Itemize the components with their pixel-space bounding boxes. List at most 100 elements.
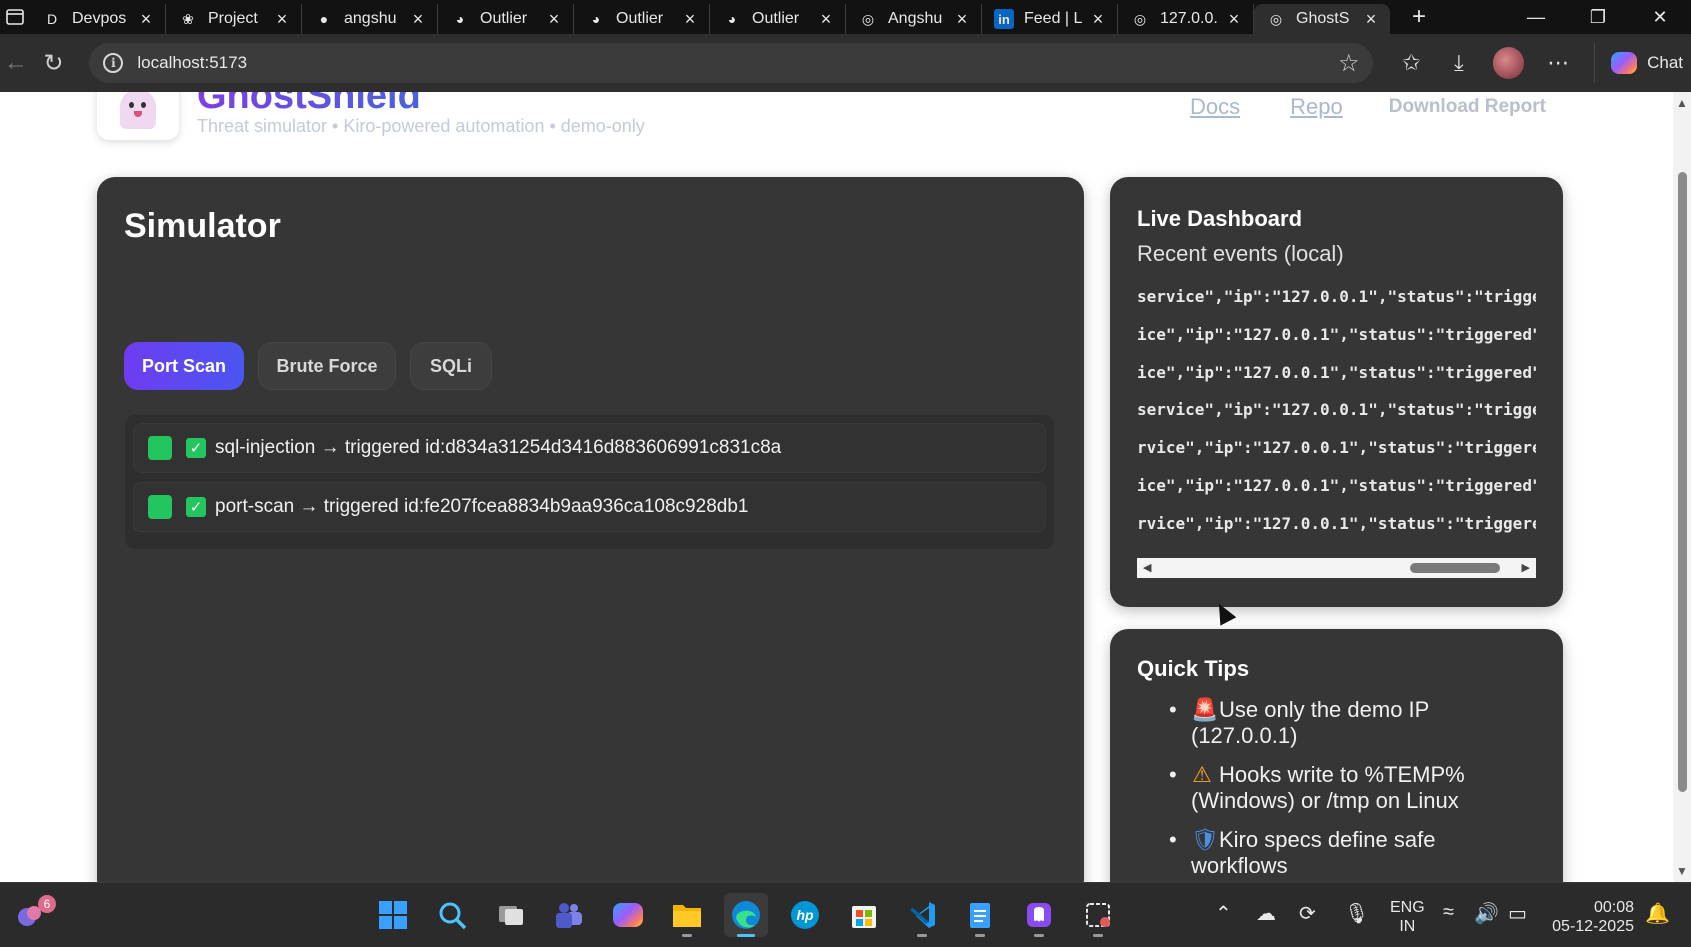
globe-icon: ◎ — [1269, 10, 1283, 27]
edge-browser-icon[interactable] — [724, 893, 768, 937]
widgets-icon[interactable]: 6 — [8, 893, 56, 937]
browser-tab[interactable]: ◎ Angshu × — [846, 4, 982, 34]
tab-title: Project — [208, 10, 258, 27]
close-tab-icon[interactable]: × — [817, 9, 835, 30]
log-line: ice","ip":"127.0.0.1","status":"triggere… — [1137, 325, 1536, 344]
teams-icon[interactable] — [547, 893, 591, 937]
url-text[interactable]: localhost:5173 — [137, 53, 1338, 73]
more-menu-icon[interactable]: ⋯ — [1534, 43, 1582, 83]
microsoft-store-icon[interactable] — [842, 893, 886, 937]
tab-title: Feed | L — [1024, 10, 1083, 27]
volume-icon[interactable]: 🔊 — [1474, 901, 1499, 926]
profile-avatar[interactable] — [1492, 47, 1525, 79]
refresh-button[interactable]: ↻ — [30, 43, 78, 83]
browser-tab[interactable]: ◕ Outlier × — [438, 4, 574, 34]
scrollbar-thumb[interactable] — [1678, 172, 1687, 792]
event-row: ✓ port-scan → triggered id:fe207fcea8834… — [133, 482, 1046, 532]
wifi-icon[interactable]: ≈ — [1443, 901, 1454, 924]
kiro-icon[interactable] — [1017, 893, 1061, 937]
onedrive-icon[interactable]: ☁ — [1256, 901, 1276, 926]
scroll-left-icon[interactable]: ◀ — [1143, 561, 1151, 574]
scroll-up-icon[interactable]: ▲ — [1676, 96, 1688, 110]
page-vertical-scrollbar[interactable]: ▲ ▼ — [1673, 92, 1691, 882]
snipping-tool-icon[interactable] — [1076, 893, 1120, 937]
tab-sqli[interactable]: SQLi — [410, 342, 492, 390]
show-hidden-icons-icon[interactable]: ⌃ — [1215, 901, 1232, 926]
browser-tab[interactable]: ◎ 127.0.0. × — [1118, 4, 1254, 34]
globe-icon: ◎ — [1133, 10, 1147, 27]
close-tab-icon[interactable]: × — [1089, 9, 1107, 30]
minimize-button[interactable]: — — [1505, 0, 1567, 34]
close-tab-icon[interactable]: × — [273, 9, 291, 30]
notepad-icon[interactable] — [958, 893, 1002, 937]
battery-icon[interactable]: ▭ — [1508, 901, 1527, 926]
close-tab-icon[interactable]: × — [1225, 9, 1243, 30]
search-icon[interactable] — [430, 893, 474, 937]
log-horizontal-scrollbar[interactable]: ◀ ▶ — [1137, 558, 1536, 578]
close-tab-icon[interactable]: × — [545, 9, 563, 30]
page-viewport: GhostShield Threat simulator • Kiro-powe… — [0, 92, 1691, 882]
tip-text: Use only the demo IP (127.0.0.1) — [1191, 697, 1429, 748]
log-line: rvice","ip":"127.0.0.1","status":"trigge… — [1137, 438, 1536, 457]
tab-title: Devpos — [72, 10, 127, 27]
check-icon: ✓ — [186, 497, 206, 517]
browser-tab[interactable]: in Feed | L × — [982, 4, 1118, 34]
start-icon[interactable] — [371, 893, 415, 937]
microphone-icon[interactable]: 🎙 — [1344, 901, 1369, 926]
tip-item: ⚠Hooks write to %TEMP% (Windows) or /tmp… — [1169, 762, 1501, 814]
tab-actions-icon[interactable] — [0, 0, 30, 34]
outlier-icon: ◕ — [455, 11, 465, 27]
vscode-icon[interactable] — [900, 893, 944, 937]
github-icon: ● — [319, 11, 329, 27]
running-indicator — [1093, 934, 1103, 937]
tab-port-scan[interactable]: Port Scan — [124, 342, 244, 390]
hp-icon[interactable]: hp — [783, 893, 827, 937]
favorite-star-icon[interactable]: ☆ — [1338, 49, 1360, 78]
close-tab-icon[interactable]: × — [953, 9, 971, 30]
scroll-down-icon[interactable]: ▼ — [1676, 864, 1688, 878]
notification-badge: 6 — [38, 895, 56, 913]
browser-tab[interactable]: ◎ GhostS × — [1254, 4, 1390, 34]
system-clock[interactable]: 00:08 05-12-2025 — [1550, 898, 1634, 936]
docs-link[interactable]: Docs — [1190, 94, 1240, 120]
window-controls: — ❐ ✕ — [1505, 0, 1691, 34]
browser-tab[interactable]: ❀ Project × — [166, 4, 302, 34]
favorites-icon[interactable]: ✩ — [1387, 43, 1435, 83]
address-bar[interactable]: i localhost:5173 ☆ — [89, 43, 1374, 83]
close-tab-icon[interactable]: × — [409, 9, 427, 30]
browser-tab[interactable]: ◕ Outlier × — [574, 4, 710, 34]
scroll-right-icon[interactable]: ▶ — [1522, 561, 1530, 574]
quick-tips-panel: Quick Tips 🚨Use only the demo IP (127.0.… — [1110, 629, 1563, 882]
close-tab-icon[interactable]: × — [1362, 9, 1380, 30]
browser-tab[interactable]: ◕ Outlier × — [710, 4, 846, 34]
sync-icon[interactable]: ⟳ — [1299, 901, 1316, 926]
event-log[interactable]: service","ip":"127.0.0.1","status":"trig… — [1137, 287, 1536, 550]
back-button[interactable]: ← — [2, 43, 30, 83]
scrollbar-thumb[interactable] — [1410, 563, 1500, 573]
download-report-button[interactable]: Download Report — [1389, 96, 1546, 118]
status-indicator — [148, 495, 172, 519]
chat-label: Chat — [1647, 53, 1684, 72]
copilot-chat-button[interactable]: Chat — [1594, 43, 1691, 83]
language-indicator[interactable]: ENG IN — [1390, 898, 1425, 936]
browser-tab[interactable]: ● angshu × — [302, 4, 438, 34]
tab-brute-force[interactable]: Brute Force — [258, 342, 396, 390]
tab-title: Outlier — [616, 10, 664, 27]
browser-tab[interactable]: D Devpos × — [30, 4, 166, 34]
file-explorer-icon[interactable] — [665, 893, 709, 937]
running-indicator — [917, 934, 927, 937]
downloads-icon[interactable]: ⤓ — [1435, 43, 1483, 83]
quick-tips-title: Quick Tips — [1137, 656, 1250, 681]
close-tab-icon[interactable]: × — [681, 9, 699, 30]
task-view-icon[interactable] — [489, 893, 533, 937]
new-tab-button[interactable]: + — [1402, 3, 1436, 31]
repo-link[interactable]: Repo — [1290, 94, 1343, 120]
restore-button[interactable]: ❐ — [1567, 0, 1629, 34]
copilot-app-icon[interactable] — [606, 893, 650, 937]
site-info-icon[interactable]: i — [103, 53, 124, 73]
notifications-icon[interactable]: 🔔 — [1645, 901, 1670, 926]
close-tab-icon[interactable]: × — [137, 9, 155, 30]
close-window-button[interactable]: ✕ — [1629, 0, 1691, 34]
outlier-icon: ◕ — [727, 11, 737, 27]
outlier-icon: ◕ — [591, 11, 601, 27]
